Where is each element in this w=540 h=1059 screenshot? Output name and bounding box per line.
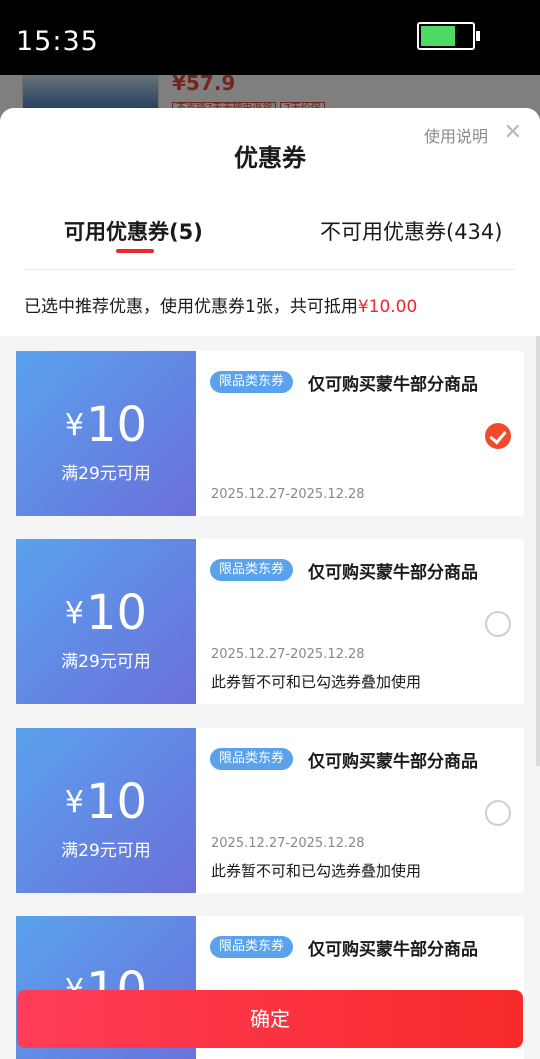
summary-amount: ¥10.00	[357, 297, 418, 317]
tab-available-coupons[interactable]: 可用优惠券(5)	[64, 216, 203, 246]
coupon-type-badge: 限品类东券	[210, 559, 294, 581]
coupon-amount: 10	[86, 397, 148, 453]
currency-symbol: ¥	[64, 785, 84, 820]
currency-symbol: ¥	[64, 408, 84, 443]
unchecked-radio-icon[interactable]	[485, 611, 511, 637]
coupon-note: 此券暂不可和已勾选券叠加使用	[211, 862, 422, 880]
coupon-threshold: 满29元可用	[61, 652, 151, 672]
status-time: 15:35	[16, 26, 99, 57]
coupon-sheet: 优惠券 使用说明 ✕ 可用优惠券(5) 不可用优惠券(434) 已选中推荐优惠，…	[0, 108, 540, 1059]
coupon-name: 仅可购买蒙牛部分商品	[308, 563, 478, 583]
summary-text: 已选中推荐优惠，使用优惠券1张，共可抵用	[24, 297, 358, 317]
tab-indicator	[116, 249, 154, 253]
coupon-card[interactable]: ¥10 满29元可用 限品类东券 仅可购买蒙牛部分商品 2025.12.27-2…	[12, 351, 524, 516]
coupon-dates: 2025.12.27-2025.12.28	[211, 487, 365, 502]
coupon-note: 此券暂不可和已勾选券叠加使用	[211, 673, 422, 691]
selection-summary: 已选中推荐优惠，使用优惠券1张，共可抵用¥10.00	[24, 292, 417, 317]
close-icon[interactable]: ✕	[504, 122, 522, 144]
unchecked-radio-icon[interactable]	[485, 800, 511, 826]
coupon-value: ¥10	[16, 587, 196, 640]
coupon-type-badge: 限品类东券	[210, 748, 294, 770]
divider	[24, 269, 516, 270]
tab-unavailable-coupons[interactable]: 不可用优惠券(434)	[320, 216, 502, 246]
coupon-name: 仅可购买蒙牛部分商品	[308, 752, 478, 772]
coupon-type-badge: 限品类东券	[210, 371, 294, 393]
coupon-amount: 10	[86, 774, 148, 830]
confirm-button[interactable]: 确定	[17, 990, 523, 1048]
coupon-value: ¥10	[16, 399, 196, 452]
coupon-name: 仅可购买蒙牛部分商品	[308, 375, 478, 395]
coupon-card[interactable]: ¥10 满29元可用 限品类东券 仅可购买蒙牛部分商品 2025.12.27-2…	[12, 728, 524, 893]
coupon-type-badge: 限品类东券	[210, 936, 294, 958]
coupon-dates: 2025.12.27-2025.12.28	[211, 836, 365, 851]
usage-instructions-link[interactable]: 使用说明	[424, 123, 488, 147]
coupon-value-panel: ¥10 满29元可用	[12, 351, 196, 516]
coupon-amount: 10	[86, 585, 148, 641]
coupon-threshold: 满29元可用	[61, 464, 151, 484]
coupon-threshold: 满29元可用	[61, 841, 151, 861]
battery-icon	[417, 22, 480, 50]
currency-symbol: ¥	[64, 596, 84, 631]
coupon-value-panel: ¥10 满29元可用	[12, 539, 196, 704]
scrollbar[interactable]	[536, 336, 540, 766]
sheet-header: 优惠券 使用说明 ✕ 可用优惠券(5) 不可用优惠券(434) 已选中推荐优惠，…	[0, 108, 540, 336]
coupon-value-panel: ¥10 满29元可用	[12, 728, 196, 893]
coupon-card[interactable]: ¥10 满29元可用 限品类东券 仅可购买蒙牛部分商品 2025.12.27-2…	[12, 539, 524, 704]
coupon-name: 仅可购买蒙牛部分商品	[308, 940, 478, 960]
status-bar: 15:35	[0, 0, 540, 75]
coupon-value: ¥10	[16, 776, 196, 829]
selected-check-icon[interactable]	[485, 423, 511, 449]
coupon-dates: 2025.12.27-2025.12.28	[211, 647, 365, 662]
